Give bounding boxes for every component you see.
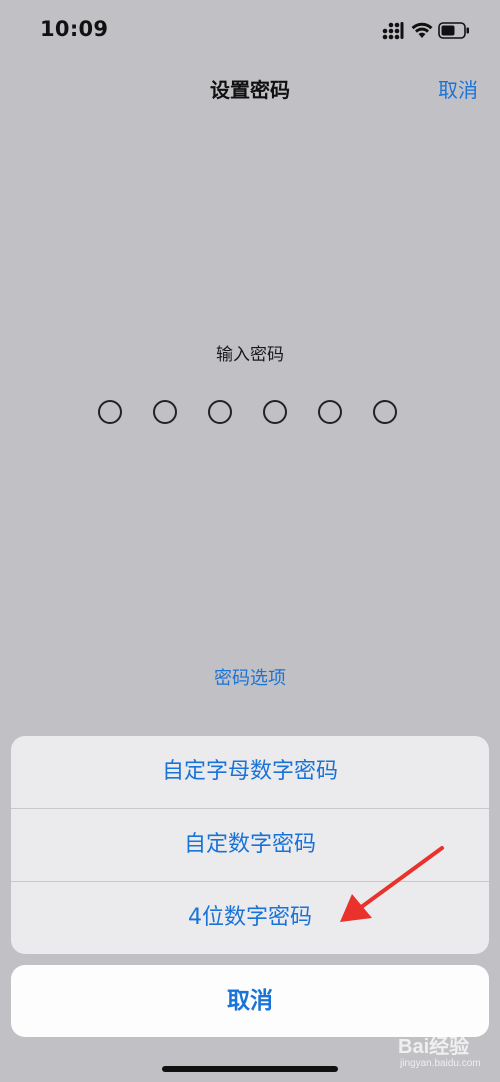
passcode-dot — [373, 400, 397, 424]
passcode-dots — [98, 400, 404, 426]
battery-icon — [438, 22, 469, 39]
passcode-dot — [318, 400, 342, 424]
status-time: 10:09 — [40, 17, 109, 41]
watermark: Bai经验 jingyan.baidu.com — [398, 1030, 481, 1078]
passcode-dot — [263, 400, 287, 424]
sheet-cancel-button[interactable]: 取消 — [11, 965, 489, 1037]
status-icons — [376, 20, 476, 44]
home-indicator[interactable] — [162, 1066, 338, 1072]
signal-icon — [382, 22, 404, 40]
watermark-url: jingyan.baidu.com — [400, 1058, 481, 1069]
status-bar: 10:09 — [0, 0, 500, 62]
passcode-options-link[interactable]: 密码选项 — [0, 664, 500, 690]
nav-cancel-button[interactable]: 取消 — [438, 74, 478, 103]
option-custom-alphanumeric[interactable]: 自定字母数字密码 — [11, 736, 489, 808]
annotation-arrow-icon — [340, 846, 444, 922]
passcode-dot — [153, 400, 177, 424]
wifi-icon — [411, 22, 433, 38]
watermark-brand: Bai经验 — [398, 1036, 470, 1058]
passcode-dot — [208, 400, 232, 424]
page-title: 设置密码 — [210, 78, 290, 102]
passcode-setup-screen: 10:09 设置密码 取消 输入密码 密码选项 自定字母数字密码 自定数字密码 … — [0, 0, 500, 1082]
passcode-prompt: 输入密码 — [216, 345, 284, 365]
passcode-dot — [98, 400, 122, 424]
